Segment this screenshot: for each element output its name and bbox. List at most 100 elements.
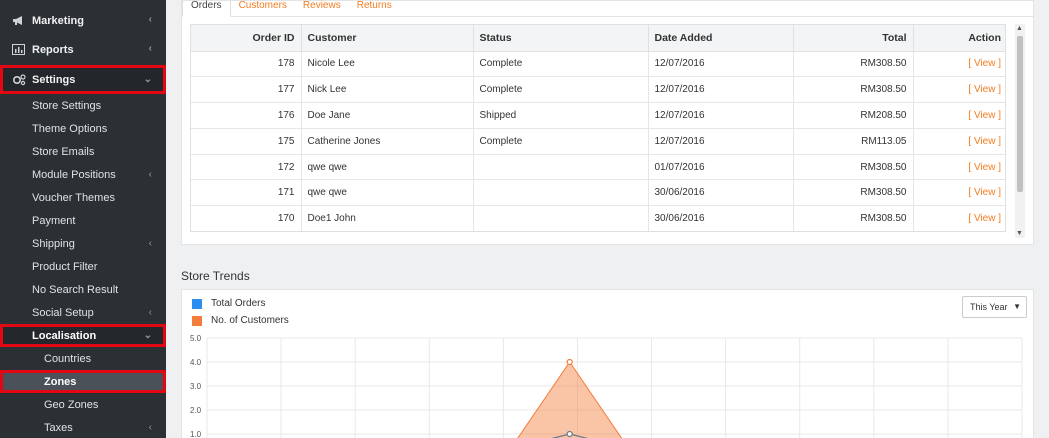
orders-table: Order ID Customer Status Date Added Tota… <box>191 25 1005 231</box>
store-trends-title: Store Trends <box>181 269 250 283</box>
customer-cell: qwe qwe <box>301 179 474 207</box>
orders-tabs: Orders Customers Reviews Returns <box>182 1 400 17</box>
sidebar-item-taxes[interactable]: Taxes ‹ <box>0 416 166 438</box>
sidebar-item-label: Product Filter <box>32 260 98 273</box>
tab-returns[interactable]: Returns <box>349 1 400 17</box>
nav-marketing-label: Marketing <box>32 14 84 27</box>
date-cell: 30/06/2016 <box>648 179 794 207</box>
sidebar-item-theme-options[interactable]: Theme Options <box>0 117 166 140</box>
table-row: 177 Nick Lee Complete 12/07/2016 RM308.5… <box>191 76 1005 104</box>
sidebar-item-label: Store Settings <box>32 99 102 112</box>
customers-point <box>566 358 573 366</box>
gears-icon <box>12 73 26 86</box>
scroll-up-icon[interactable]: ▲ <box>1016 25 1023 32</box>
sidebar-item-label: No Search Result <box>32 283 119 296</box>
sidebar-item-label: Voucher Themes <box>32 191 115 204</box>
column-header-customer[interactable]: Customer <box>301 25 474 52</box>
chevron-left-icon: ‹ <box>148 238 152 249</box>
customer-cell: Nick Lee <box>301 76 474 104</box>
sidebar-item-store-settings[interactable]: Store Settings <box>0 94 166 117</box>
view-link[interactable]: [ View ] <box>913 205 1005 231</box>
sidebar-item-geo-zones[interactable]: Geo Zones <box>0 393 166 416</box>
y-tick-label: 3.0 <box>190 382 202 391</box>
total-cell: RM308.50 <box>793 179 914 207</box>
view-link-label[interactable]: View <box>974 58 996 69</box>
date-cell: 12/07/2016 <box>648 128 794 155</box>
sidebar-item-countries[interactable]: Countries <box>0 347 166 370</box>
view-link-label[interactable]: View <box>974 136 996 147</box>
sidebar-item-shipping[interactable]: Shipping ‹ <box>0 232 166 255</box>
customer-cell: Nicole Lee <box>301 51 474 78</box>
chevron-left-icon: ‹ <box>148 169 152 180</box>
sidebar-item-product-filter[interactable]: Product Filter <box>0 255 166 278</box>
view-link-label[interactable]: View <box>974 110 996 121</box>
date-cell: 12/07/2016 <box>648 51 794 78</box>
sidebar-item-label: Store Emails <box>32 145 95 158</box>
view-link[interactable]: [ View ] <box>913 154 1005 181</box>
sidebar-item-localisation[interactable]: Localisation ⌄ <box>0 324 166 347</box>
orders-table-wrap: Order ID Customer Status Date Added Tota… <box>190 24 1006 232</box>
nav-reports-label: Reports <box>32 43 74 56</box>
column-header-date-added[interactable]: Date Added <box>648 25 794 52</box>
sidebar-item-no-search-result[interactable]: No Search Result <box>0 278 166 301</box>
order-id-cell: 177 <box>191 76 302 104</box>
scrollbar-thumb[interactable] <box>1017 36 1023 192</box>
view-link[interactable]: [ View ] <box>913 76 1005 104</box>
chart-y-ticks: 5.0 4.0 3.0 2.0 1.0 <box>190 334 202 438</box>
megaphone-icon <box>12 15 26 26</box>
status-cell <box>473 205 649 231</box>
sidebar-item-label: Geo Zones <box>44 398 99 411</box>
sidebar-item-module-positions[interactable]: Module Positions ‹ <box>0 163 166 186</box>
chart-grid <box>206 337 1023 438</box>
order-id-cell: 170 <box>191 205 302 231</box>
scroll-down-icon[interactable]: ▼ <box>1016 230 1023 237</box>
order-id-cell: 172 <box>191 154 302 181</box>
sidebar-item-label: Theme Options <box>32 122 108 135</box>
view-link-label[interactable]: View <box>974 187 996 198</box>
total-cell: RM308.50 <box>793 76 914 104</box>
table-row: 170 Doe1 John 30/06/2016 RM308.50 [ View… <box>191 205 1005 231</box>
y-tick-label: 4.0 <box>190 358 202 367</box>
nav-marketing[interactable]: Marketing ‹ <box>0 6 166 35</box>
status-cell: Complete <box>473 76 649 104</box>
column-header-order-id[interactable]: Order ID <box>191 25 302 52</box>
sidebar-item-zones[interactable]: Zones <box>0 370 166 393</box>
sidebar: Marketing ‹ Reports ‹ Settings ⌄ Store S… <box>0 0 166 438</box>
view-link[interactable]: [ View ] <box>913 51 1005 78</box>
view-link[interactable]: [ View ] <box>913 128 1005 155</box>
tab-reviews[interactable]: Reviews <box>295 1 349 17</box>
status-cell: Complete <box>473 128 649 155</box>
view-link-label[interactable]: View <box>974 162 996 173</box>
nav-reports[interactable]: Reports ‹ <box>0 35 166 64</box>
sidebar-item-voucher-themes[interactable]: Voucher Themes <box>0 186 166 209</box>
chevron-left-icon: ‹ <box>148 43 152 54</box>
table-header-row: Order ID Customer Status Date Added Tota… <box>191 25 1005 52</box>
table-row: 178 Nicole Lee Complete 12/07/2016 RM308… <box>191 51 1005 78</box>
sidebar-item-payment[interactable]: Payment <box>0 209 166 232</box>
view-link[interactable]: [ View ] <box>913 179 1005 207</box>
view-link-label[interactable]: View <box>974 213 996 224</box>
total-cell: RM308.50 <box>793 154 914 181</box>
order-id-cell: 171 <box>191 179 302 207</box>
customer-cell: Doe1 John <box>301 205 474 231</box>
tab-customers[interactable]: Customers <box>231 1 295 17</box>
nav-settings-label: Settings <box>32 73 76 86</box>
table-scrollbar[interactable]: ▲ ▼ <box>1015 24 1025 238</box>
sidebar-item-social-setup[interactable]: Social Setup ‹ <box>0 301 166 324</box>
sidebar-item-store-emails[interactable]: Store Emails <box>0 140 166 163</box>
sidebar-item-label: Localisation <box>32 329 97 342</box>
tab-orders[interactable]: Orders <box>182 1 231 17</box>
chevron-left-icon: ‹ <box>148 307 152 318</box>
orders-point <box>566 430 573 438</box>
column-header-total[interactable]: Total <box>793 25 914 52</box>
sidebar-item-label: Module Positions <box>32 168 116 181</box>
trends-chart: 5.0 4.0 3.0 2.0 1.0 <box>190 334 1023 438</box>
nav-settings[interactable]: Settings ⌄ <box>0 65 166 94</box>
total-cell: RM208.50 <box>793 102 914 129</box>
customer-cell: qwe qwe <box>301 154 474 181</box>
y-tick-label: 5.0 <box>190 334 202 343</box>
main-content: Orders Customers Reviews Returns Order I… <box>166 0 1049 438</box>
view-link[interactable]: [ View ] <box>913 102 1005 129</box>
column-header-status[interactable]: Status <box>473 25 649 52</box>
view-link-label[interactable]: View <box>974 84 996 95</box>
